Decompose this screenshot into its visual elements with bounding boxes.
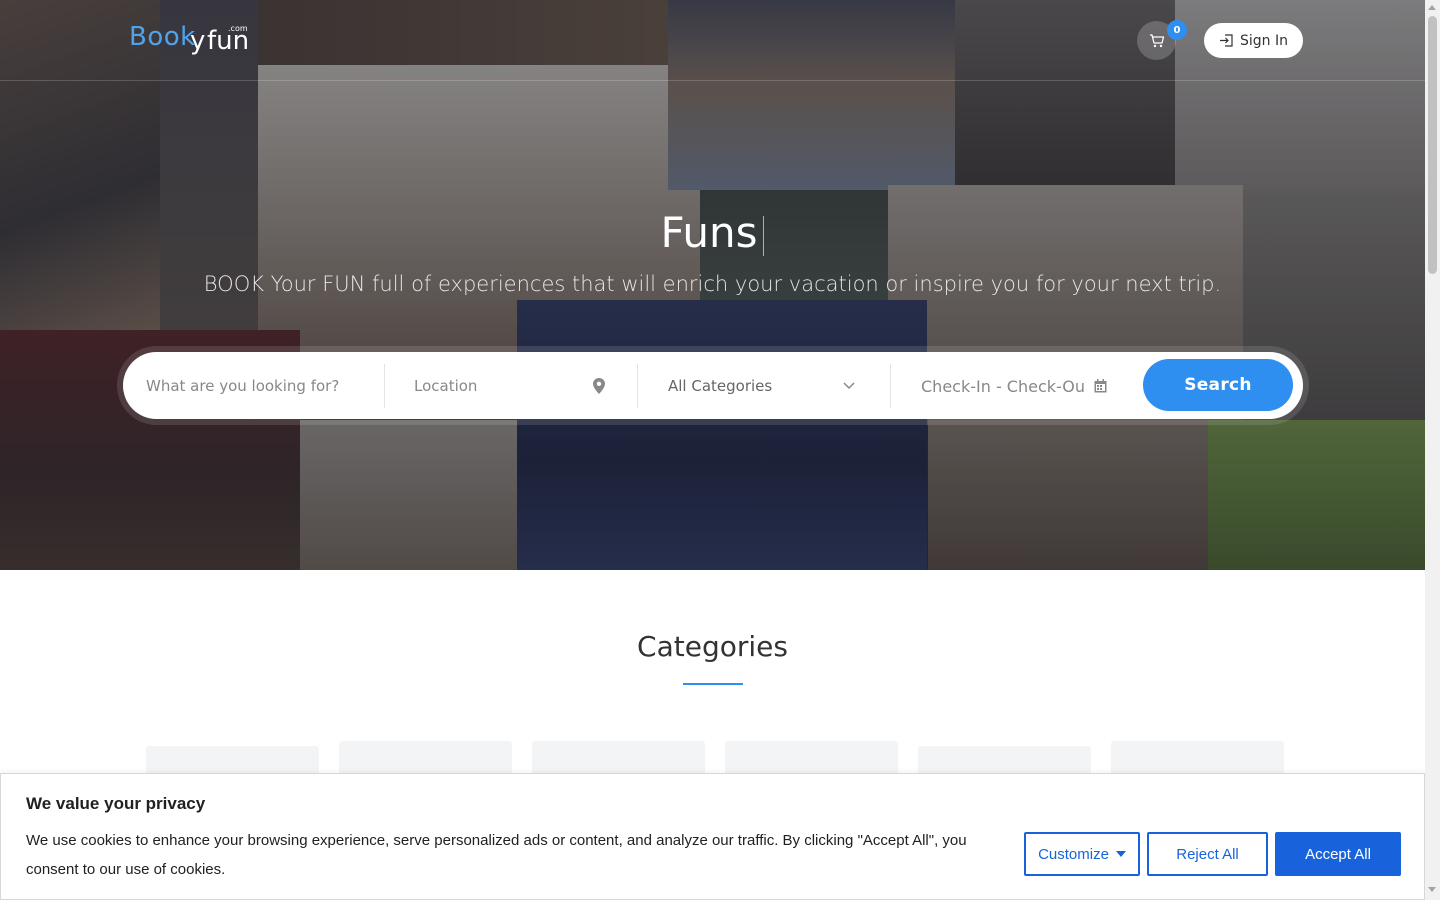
reject-all-button[interactable]: Reject All: [1147, 832, 1268, 876]
field-divider: [890, 364, 891, 408]
map-pin-icon: [593, 378, 605, 394]
category-select-value: All Categories: [668, 377, 773, 395]
search-bar: All Categories Search: [123, 352, 1303, 419]
keyword-field-wrap: [146, 364, 381, 408]
site-header: Book y fun .com 0 Sign In: [0, 0, 1425, 81]
cookie-text: We use cookies to enhance your browsing …: [26, 832, 967, 878]
scrollbar-thumb[interactable]: [1428, 16, 1437, 274]
customize-label: Customize: [1038, 845, 1109, 863]
scroll-up-arrow-icon[interactable]: [1428, 5, 1436, 10]
hero-title-text: Funs: [660, 208, 758, 257]
search-button[interactable]: Search: [1143, 359, 1293, 411]
accept-all-button[interactable]: Accept All: [1275, 832, 1401, 876]
categories-heading: Categories: [637, 630, 788, 663]
customize-button[interactable]: Customize: [1024, 832, 1140, 876]
caret-down-icon: [1115, 851, 1126, 857]
keyword-input[interactable]: [146, 377, 381, 395]
cookie-consent-banner: We value your privacy We use cookies to …: [0, 773, 1425, 900]
sign-in-label: Sign In: [1240, 32, 1288, 49]
cookie-title: We value your privacy: [26, 794, 206, 813]
cart-count-badge: 0: [1167, 20, 1187, 40]
typing-caret: [763, 215, 765, 256]
location-field-wrap: [414, 364, 614, 408]
hero-section: Book y fun .com 0 Sign In Funs BOOK Your…: [0, 0, 1425, 570]
location-input[interactable]: [414, 377, 614, 395]
hero-title: Funs: [0, 208, 1425, 257]
logo-text-book: Book: [129, 22, 196, 52]
calendar-icon: [1094, 379, 1107, 393]
field-divider: [384, 364, 385, 408]
cart-icon: [1149, 33, 1164, 47]
sign-in-button[interactable]: Sign In: [1204, 23, 1303, 58]
chevron-down-icon: [843, 382, 855, 390]
dates-field-wrap: [921, 364, 1085, 408]
heading-underline: [683, 683, 743, 685]
hero-subtitle: BOOK Your FUN full of experiences that w…: [203, 272, 1222, 296]
logo-text-y: y: [190, 26, 206, 56]
check-in-out-input[interactable]: [921, 376, 1085, 396]
category-select[interactable]: All Categories: [668, 364, 868, 408]
field-divider: [637, 364, 638, 408]
login-icon: [1220, 34, 1233, 47]
logo-text-com: .com: [228, 24, 248, 33]
scroll-down-arrow-icon[interactable]: [1428, 887, 1436, 892]
scrollbar[interactable]: [1425, 0, 1440, 900]
